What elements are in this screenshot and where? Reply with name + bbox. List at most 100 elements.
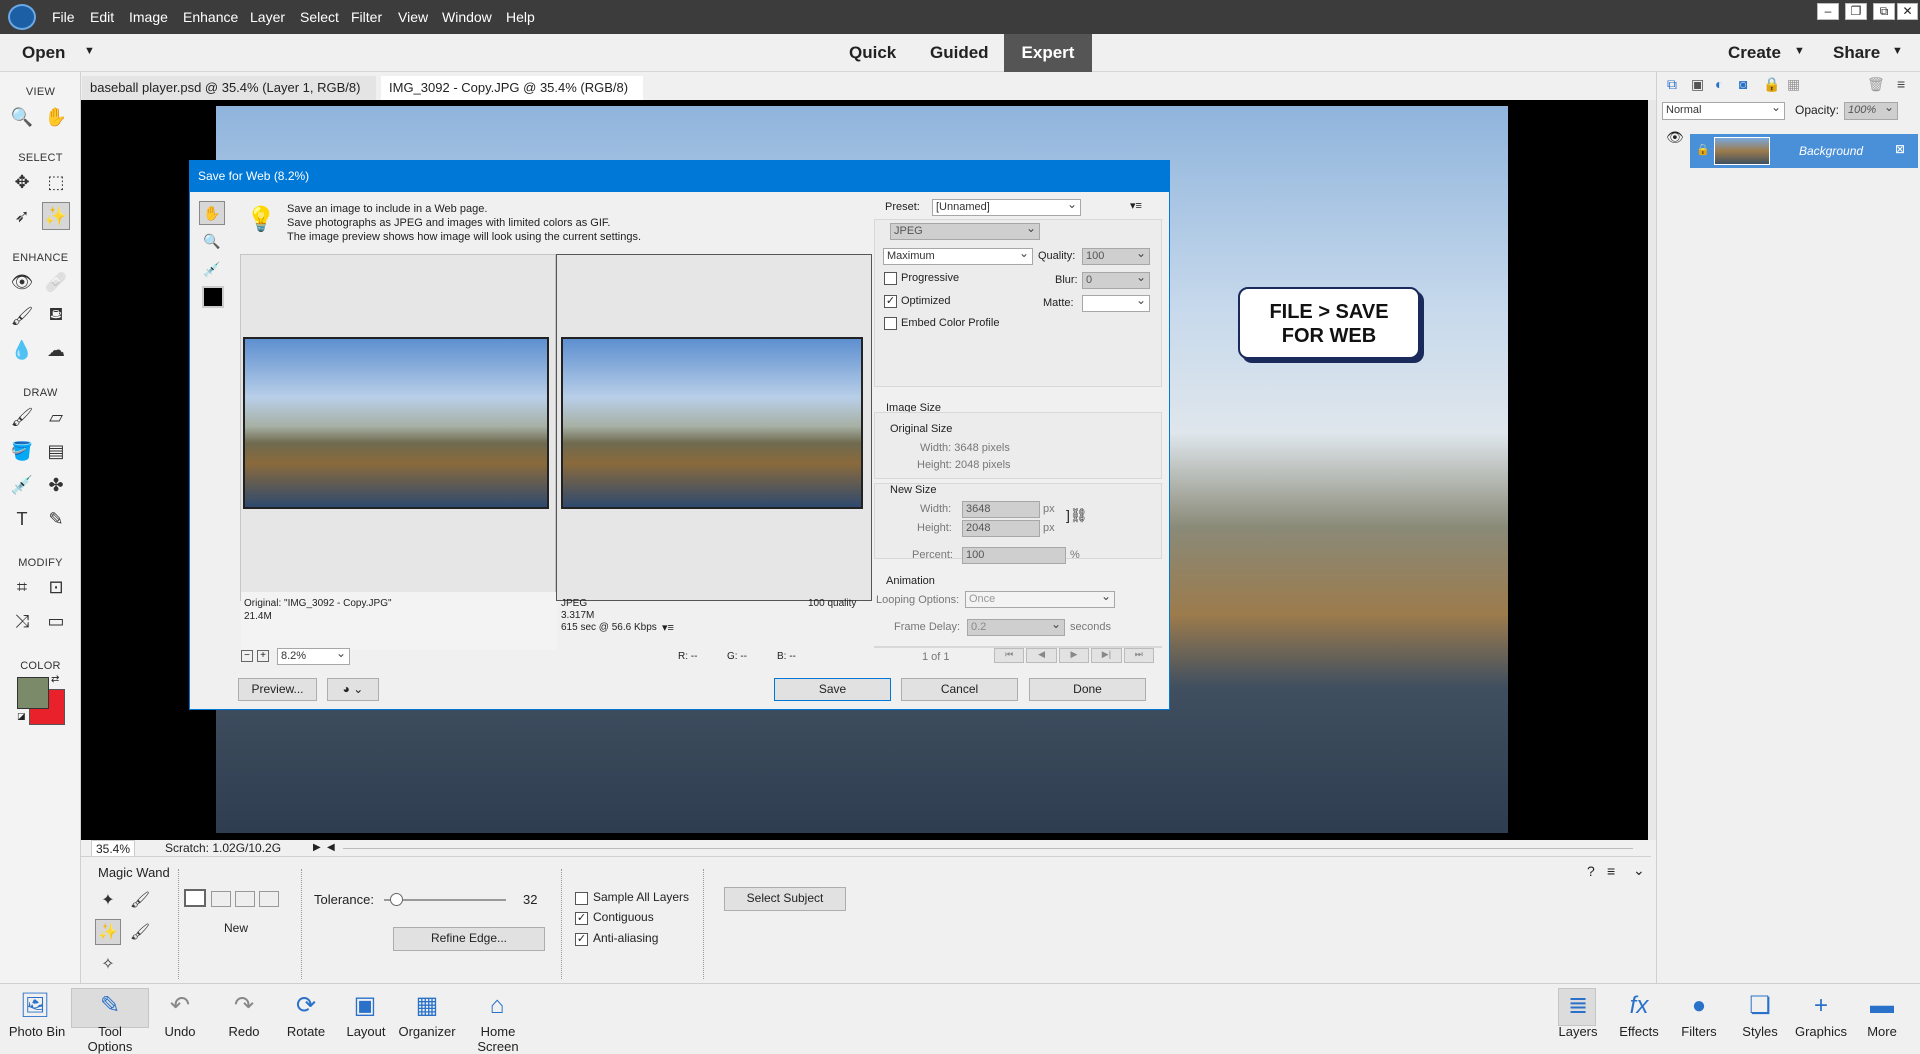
blur-tool-icon[interactable]: 💧 <box>8 336 36 364</box>
clone-stamp-tool-icon[interactable]: ⛾ <box>42 302 70 330</box>
layer-mask-icon[interactable]: ◙ <box>1739 76 1747 92</box>
type-tool-icon[interactable]: T <box>8 505 36 533</box>
preview-button[interactable]: Preview... <box>238 678 317 701</box>
pencil-tool-icon[interactable]: ✎ <box>42 505 70 533</box>
create-dropdown-icon[interactable]: ▼ <box>1794 45 1805 57</box>
play-icon[interactable]: ▶ <box>1058 648 1090 663</box>
sample-all-layers-checkbox[interactable] <box>575 892 588 905</box>
move-tool-icon[interactable]: ✥ <box>8 168 36 196</box>
horizontal-scrollbar[interactable] <box>343 848 1633 849</box>
collapse-chevron-icon[interactable]: ⌄ <box>1633 862 1645 879</box>
effects-icon[interactable]: fx <box>1621 992 1657 1020</box>
create-button[interactable]: Create <box>1728 43 1781 63</box>
share-dropdown-icon[interactable]: ▼ <box>1892 45 1903 57</box>
mode-add-icon[interactable] <box>211 891 231 907</box>
panel-options-icon[interactable]: ≡ <box>1897 76 1905 92</box>
preset-select[interactable]: [Unnamed] <box>932 197 1081 216</box>
looping-select[interactable]: Once <box>965 589 1115 608</box>
dialog-zoom-select[interactable]: 8.2% <box>277 646 350 665</box>
status-arrow-icon[interactable]: ▶ <box>313 840 321 856</box>
brush-tool-icon[interactable]: 🖌 <box>8 403 36 431</box>
done-button[interactable]: Done <box>1029 678 1146 701</box>
share-button[interactable]: Share <box>1833 43 1880 63</box>
home-screen-icon[interactable]: ⌂ <box>479 992 515 1020</box>
undo-button[interactable]: Undo <box>145 1024 215 1039</box>
menu-select[interactable]: Select <box>300 9 339 25</box>
compression-select[interactable]: Maximum <box>883 246 1033 265</box>
paint-bucket-tool-icon[interactable]: 🪣 <box>8 437 36 465</box>
layers-button[interactable]: Layers <box>1543 1024 1613 1039</box>
layers-icon[interactable]: ≣ <box>1560 992 1596 1020</box>
open-dropdown-icon[interactable]: ▼ <box>84 45 95 57</box>
layout-icon[interactable]: ▣ <box>347 992 383 1020</box>
tab-img-3092[interactable]: IMG_3092 - Copy.JPG @ 35.4% (RGB/8) × <box>381 76 643 119</box>
layer-link-icon[interactable]: 🔒 <box>1696 143 1710 156</box>
recompose-tool-icon[interactable]: ⊡ <box>42 573 70 601</box>
mode-new-icon[interactable] <box>184 889 206 907</box>
eraser-tool-icon[interactable]: ▱ <box>42 403 70 431</box>
tab-baseball-player[interactable]: baseball player.psd @ 35.4% (Layer 1, RG… <box>82 76 376 119</box>
opacity-field[interactable]: 100% <box>1844 100 1898 120</box>
format-select[interactable]: JPEG <box>890 221 1040 240</box>
save-button[interactable]: Save <box>774 678 891 701</box>
panel-menu-icon[interactable]: ≡ <box>1607 863 1615 879</box>
zoom-tool-icon[interactable]: 🔍 <box>8 103 36 131</box>
mode-subtract-icon[interactable] <box>235 891 255 907</box>
eyedropper-color-swatch[interactable] <box>202 286 224 308</box>
graphics-button[interactable]: Graphics <box>1786 1024 1856 1039</box>
menu-help[interactable]: Help <box>506 9 535 25</box>
photo-bin-icon[interactable]: 🖼 <box>17 992 53 1020</box>
menu-enhance[interactable]: Enhance <box>183 9 238 25</box>
first-frame-icon[interactable]: ⏮ <box>994 648 1025 663</box>
mode-quick[interactable]: Quick <box>849 43 896 63</box>
optimized-checkbox[interactable]: ✓ <box>884 295 897 308</box>
custom-shape-tool-icon[interactable]: ✤ <box>42 471 70 499</box>
content-aware-move-tool-icon[interactable]: ⤨ <box>8 607 36 635</box>
new-height-field[interactable]: 2048 <box>962 520 1040 537</box>
new-layer-icon[interactable]: ⧉ <box>1667 76 1677 93</box>
layer-options-icon[interactable]: ⊠ <box>1895 142 1905 156</box>
mode-guided[interactable]: Guided <box>930 43 989 63</box>
menu-window[interactable]: Window <box>442 9 492 25</box>
redo-button[interactable]: Redo <box>209 1024 279 1039</box>
vertical-scrollbar[interactable] <box>1648 100 1656 840</box>
restore-button[interactable]: ❐ <box>1845 3 1867 20</box>
quick-selection-icon[interactable]: ✦ <box>95 887 121 913</box>
original-preview-pane[interactable] <box>240 254 557 650</box>
styles-button[interactable]: Styles <box>1725 1024 1795 1039</box>
preset-menu-icon[interactable]: ▾≡ <box>1130 199 1142 212</box>
auto-selection-icon[interactable]: ✧ <box>95 951 121 977</box>
foreground-color-swatch[interactable] <box>17 677 49 709</box>
open-button[interactable]: Open <box>22 43 65 63</box>
home-screen-button[interactable]: Home Screen <box>463 1024 533 1054</box>
help-icon[interactable]: ? <box>1587 863 1595 879</box>
minimize-button[interactable]: – <box>1817 3 1839 20</box>
photo-bin-button[interactable]: Photo Bin <box>2 1024 72 1039</box>
close-window-button[interactable]: ✕ <box>1897 3 1918 20</box>
contiguous-checkbox[interactable]: ✓ <box>575 912 588 925</box>
layer-row-background[interactable]: 🔒 Background ⊠ <box>1690 134 1918 168</box>
jpeg-preview-pane[interactable] <box>556 254 872 601</box>
selection-brush-icon[interactable]: 🖌 <box>127 887 153 913</box>
lock-transparent-icon[interactable]: ▦ <box>1787 76 1800 93</box>
menu-edit[interactable]: Edit <box>90 9 114 25</box>
tool-options-icon[interactable]: ✎ <box>92 992 128 1020</box>
maximize-button[interactable]: ⧉ <box>1873 3 1895 20</box>
cancel-button[interactable]: Cancel <box>901 678 1018 701</box>
anti-aliasing-checkbox[interactable]: ✓ <box>575 933 588 946</box>
undo-icon[interactable]: ↶ <box>162 992 198 1020</box>
red-eye-tool-icon[interactable]: 👁 <box>8 268 36 296</box>
dialog-hand-tool-icon[interactable]: ✋ <box>199 201 225 225</box>
blend-mode-select[interactable]: Normal <box>1662 100 1785 120</box>
last-frame-icon[interactable]: ⏭ <box>1123 648 1155 663</box>
lock-all-icon[interactable]: 🔒 <box>1763 76 1780 93</box>
dialog-eyedropper-icon[interactable]: 💉 <box>199 257 225 281</box>
download-speed-menu-icon[interactable]: ▾≡ <box>662 621 674 634</box>
progressive-checkbox[interactable] <box>884 272 897 285</box>
refine-edge-button[interactable]: Refine Edge... <box>393 927 545 951</box>
magic-wand-option-icon[interactable]: ✨ <box>95 919 121 945</box>
gradient-tool-icon[interactable]: ▤ <box>42 437 70 465</box>
filters-icon[interactable]: ● <box>1681 992 1717 1020</box>
next-frame-icon[interactable]: ▶| <box>1091 648 1122 663</box>
graphics-icon[interactable]: + <box>1803 992 1839 1020</box>
